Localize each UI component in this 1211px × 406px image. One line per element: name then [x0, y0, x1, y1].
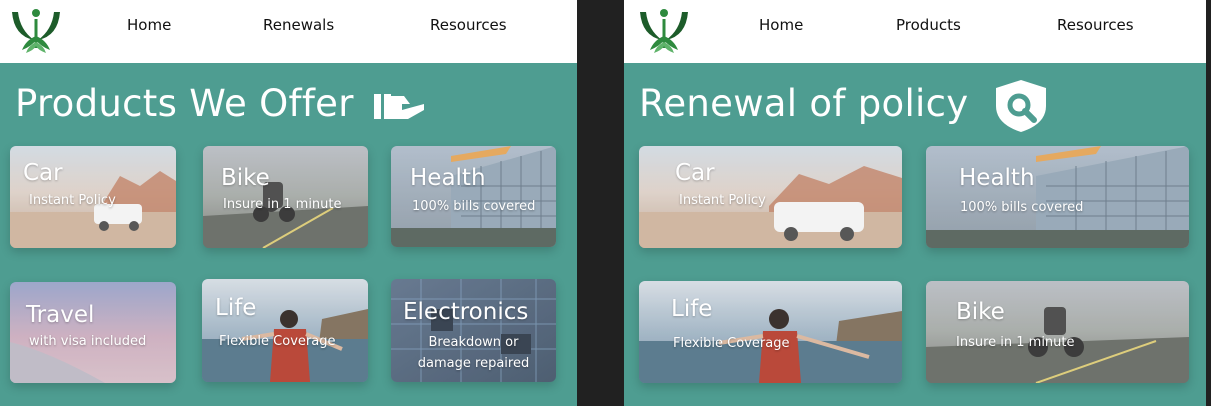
products-page: Home Renewals Resources Products We Offe…	[0, 0, 577, 406]
card-travel[interactable]: Travel with visa included	[10, 282, 176, 383]
card-health-title: Health	[410, 165, 486, 191]
card-car-title: Car	[23, 160, 63, 186]
card-bike-title: Bike	[956, 299, 1005, 325]
renewal-page: Home Products Resources Renewal of polic…	[624, 0, 1206, 406]
card-electronics-title: Electronics	[403, 299, 529, 325]
card-car-subtitle: Instant Policy	[29, 193, 116, 208]
card-bike-subtitle: Insure in 1 minute	[956, 335, 1075, 350]
card-car-subtitle: Instant Policy	[679, 193, 766, 208]
card-health-image	[391, 146, 556, 247]
card-bike[interactable]: Bike Insure in 1 minute	[926, 281, 1189, 383]
card-life[interactable]: Life Flexible Coverage	[202, 279, 368, 382]
card-travel-title: Travel	[26, 302, 95, 328]
card-car[interactable]: Car Instant Policy	[10, 146, 176, 248]
card-bike-title: Bike	[221, 165, 270, 191]
card-bike[interactable]: Bike Insure in 1 minute	[203, 146, 368, 248]
page-title: Products We Offer	[15, 82, 354, 125]
card-life-title: Life	[671, 296, 713, 322]
card-car[interactable]: Car Instant Policy	[639, 146, 902, 248]
card-travel-subtitle: with visa included	[29, 334, 147, 349]
hand-offer-icon	[374, 94, 424, 119]
card-electronics-subtitle: Breakdown or damage repaired	[417, 335, 530, 371]
card-life-title: Life	[215, 295, 257, 321]
card-health-image	[926, 146, 1189, 248]
card-bike-image	[926, 281, 1189, 383]
navbar: Home Products Resources	[624, 0, 1206, 63]
logo-icon[interactable]	[636, 6, 692, 54]
card-travel-image	[10, 282, 176, 383]
nav-renewals[interactable]: Renewals	[263, 16, 334, 34]
nav-resources[interactable]: Resources	[430, 16, 507, 34]
navbar: Home Renewals Resources	[0, 0, 577, 63]
nav-home[interactable]: Home	[759, 16, 803, 34]
card-health[interactable]: Health 100% bills covered	[391, 146, 556, 247]
logo-icon[interactable]	[8, 6, 64, 54]
card-health-title: Health	[959, 165, 1035, 191]
card-health[interactable]: Health 100% bills covered	[926, 146, 1189, 248]
card-health-subtitle: 100% bills covered	[960, 200, 1084, 215]
shield-search-icon	[996, 80, 1046, 132]
card-bike-subtitle: Insure in 1 minute	[223, 197, 342, 212]
card-life-subtitle: Flexible Coverage	[673, 336, 790, 351]
card-car-title: Car	[675, 160, 715, 186]
card-electronics[interactable]: Electronics Breakdown or damage repaired	[391, 279, 556, 382]
card-health-subtitle: 100% bills covered	[412, 199, 536, 214]
nav-home[interactable]: Home	[127, 16, 171, 34]
nav-products[interactable]: Products	[896, 16, 961, 34]
card-life-subtitle: Flexible Coverage	[219, 334, 336, 349]
page-title: Renewal of policy	[639, 82, 969, 125]
nav-resources[interactable]: Resources	[1057, 16, 1134, 34]
card-life[interactable]: Life Flexible Coverage	[639, 281, 902, 383]
